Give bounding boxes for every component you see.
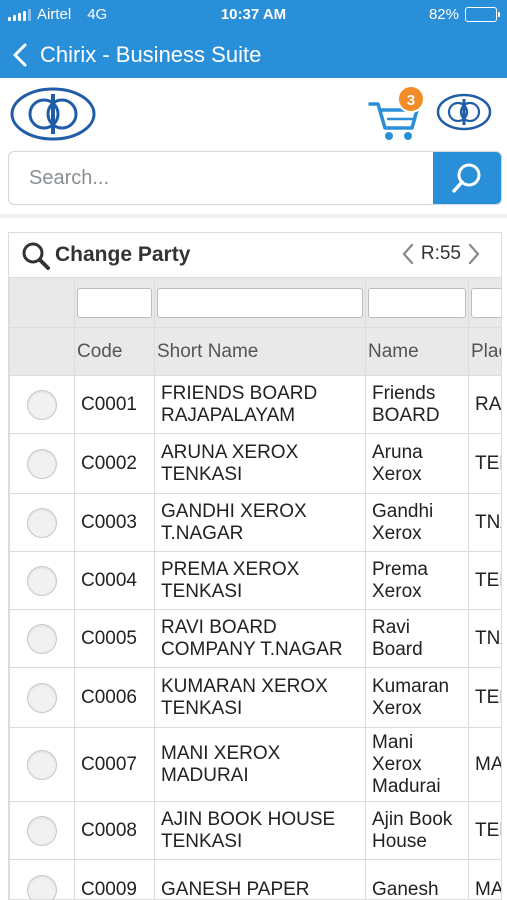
cell-short-name: AJIN BOOK HOUSE TENKASI xyxy=(154,801,366,860)
table-row[interactable]: C0002ARUNA XEROX TENKASIAruna XeroxTEN xyxy=(9,433,501,494)
nav-bar: Chirix - Business Suite xyxy=(0,34,507,78)
back-chevron-icon[interactable] xyxy=(8,40,34,70)
row-select-radio[interactable] xyxy=(27,389,57,420)
cell-name: Friends BOARD xyxy=(365,375,469,434)
cell-name: Ganesh xyxy=(365,859,469,899)
cell-place: MA xyxy=(468,859,501,899)
page-indicator: R:55 xyxy=(420,243,461,264)
cell-place: RAJ xyxy=(468,375,501,434)
table-row[interactable]: C0007 MANI XEROX MADURAI Mani Xerox Madura… xyxy=(9,727,501,802)
table-row[interactable]: C0009 GANESH PAPER Ganesh MA xyxy=(9,859,501,899)
search-icon xyxy=(452,163,481,193)
row-select-radio[interactable] xyxy=(27,623,57,654)
cell-code: C0006 xyxy=(74,667,155,728)
cell-code: C0007 xyxy=(74,727,155,802)
previous-page-icon[interactable] xyxy=(401,242,415,266)
cell-code: C0009 xyxy=(74,859,155,899)
pager: R:55 xyxy=(401,242,481,266)
cell-name: Ravi Board xyxy=(365,609,469,668)
cell-name: Aruna Xerox xyxy=(365,433,469,494)
cell-code: C0008 xyxy=(74,801,155,860)
cell-short-name: MANI XEROX MADURAI xyxy=(154,727,366,802)
row-select-radio[interactable] xyxy=(27,874,57,899)
table-row[interactable]: C0003GANDHI XEROX T.NAGARGandhi XeroxTNA xyxy=(9,493,501,552)
magnifier-icon xyxy=(22,242,50,270)
divider xyxy=(0,214,507,218)
cell-name: Mani Xerox Madurai xyxy=(365,727,469,802)
party-grid: Code Short Name Name Plac C0001FRIENDS B… xyxy=(9,277,501,899)
row-select-radio[interactable] xyxy=(27,507,57,538)
cell-code: C0005 xyxy=(74,609,155,668)
column-header-short-name[interactable]: Short Name xyxy=(154,327,366,376)
cell-short-name: KUMARAN XEROX TENKASI xyxy=(154,667,366,728)
search-bar xyxy=(8,151,502,205)
column-header-place[interactable]: Plac xyxy=(468,327,501,376)
cell-place: TEN xyxy=(468,433,501,494)
row-select-radio[interactable] xyxy=(27,682,57,713)
filter-code-input[interactable] xyxy=(77,287,152,318)
company-logo-icon xyxy=(10,87,96,141)
column-header-code[interactable]: Code xyxy=(74,327,155,376)
search-button[interactable] xyxy=(433,152,501,204)
profile-logo-icon[interactable] xyxy=(436,92,492,132)
search-input[interactable] xyxy=(9,152,435,204)
row-select-radio[interactable] xyxy=(27,749,57,780)
filter-short-name-input[interactable] xyxy=(157,287,363,318)
panel-header: Change Party R:55 xyxy=(9,233,501,277)
cell-name: Kumaran Xerox xyxy=(365,667,469,728)
cell-place: TNA xyxy=(468,493,501,552)
filter-name-input[interactable] xyxy=(368,287,466,318)
cell-code: C0003 xyxy=(74,493,155,552)
page-title: Chirix - Business Suite xyxy=(40,42,262,67)
cell-place: MA xyxy=(468,727,501,802)
header-row: Code Short Name Name Plac xyxy=(9,327,501,376)
change-party-panel: Change Party R:55 Code Short Name Name P… xyxy=(8,232,502,900)
cell-name: Gandhi Xerox xyxy=(365,493,469,552)
cell-code: C0004 xyxy=(74,551,155,610)
row-select-radio[interactable] xyxy=(27,815,57,846)
table-row[interactable]: C0006 KUMARAN XEROX TENKASI Kumaran Xerox T… xyxy=(9,667,501,728)
cell-short-name: GANDHI XEROX T.NAGAR xyxy=(154,493,366,552)
cell-place: TEN xyxy=(468,551,501,610)
cell-short-name: RAVI BOARD COMPANY T.NAGAR xyxy=(154,609,366,668)
cell-place: TEN xyxy=(468,667,501,728)
cell-code: C0001 xyxy=(74,375,155,434)
table-row[interactable]: C0001 FRIENDS BOARD RAJAPALAYAM Friends BO… xyxy=(9,375,501,434)
cell-short-name: FRIENDS BOARD RAJAPALAYAM xyxy=(154,375,366,434)
next-page-icon[interactable] xyxy=(467,242,481,266)
cell-short-name: PREMA XEROX TENKASI xyxy=(154,551,366,610)
cell-name: Ajin Book House xyxy=(365,801,469,860)
party-table: Code Short Name Name Plac C0001FRIENDS B… xyxy=(9,277,501,899)
filter-place-input[interactable] xyxy=(471,287,501,318)
filter-row xyxy=(9,277,501,328)
table-row[interactable]: C0008 AJIN BOOK HOUSE TENKASI Ajin Book Ho… xyxy=(9,801,501,860)
cell-place: TNA xyxy=(468,609,501,668)
row-select-radio[interactable] xyxy=(27,448,57,479)
cell-name: Prema Xerox xyxy=(365,551,469,610)
cell-place: TEN xyxy=(468,801,501,860)
cell-code: C0002 xyxy=(74,433,155,494)
battery-percent: 82% xyxy=(428,6,459,23)
row-select-radio[interactable] xyxy=(27,565,57,596)
battery-icon xyxy=(465,7,500,22)
status-bar: Airtel 4G 10:37 AM 82% xyxy=(0,0,507,30)
brand-row xyxy=(0,78,507,150)
table-row[interactable]: C0005 RAVI BOARD COMPANY T.NAGAR Ravi Boar… xyxy=(9,609,501,668)
panel-title: Change Party xyxy=(55,243,191,266)
cell-short-name: ARUNA XEROX TENKASI xyxy=(154,433,366,494)
app-header: Airtel 4G 10:37 AM 82% Chirix - Business… xyxy=(0,0,507,78)
table-row[interactable]: C0004PREMA XEROX TENKASIPrema XeroxTEN xyxy=(9,551,501,610)
cell-short-name: GANESH PAPER xyxy=(154,859,366,899)
cart-count-badge: 3 xyxy=(397,85,425,113)
column-header-name[interactable]: Name xyxy=(365,327,469,376)
